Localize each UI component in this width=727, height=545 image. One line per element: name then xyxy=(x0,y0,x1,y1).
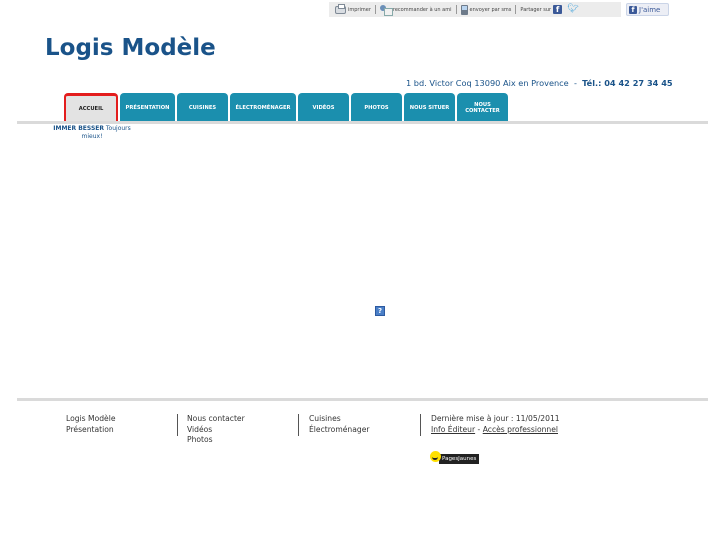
address-text: 1 bd. Victor Coq 13090 Aix en Provence xyxy=(406,78,569,88)
footer-link-electromenager[interactable]: Électroménager xyxy=(309,425,369,436)
facebook-icon: f xyxy=(629,5,637,14)
missing-plugin-icon[interactable]: ? xyxy=(375,306,385,316)
tab-videos[interactable]: Vidéos xyxy=(298,93,349,122)
recommend-link[interactable]: recommander à un ami xyxy=(379,4,452,16)
recommend-icon xyxy=(379,4,393,16)
footer-separator xyxy=(177,414,178,436)
tagline-brand: IMMER BESSER xyxy=(53,125,104,132)
legal-dash: - xyxy=(477,424,481,434)
print-label: imprimer xyxy=(348,6,371,13)
twitter-share-icon[interactable]: 🐦︎ xyxy=(567,5,578,14)
pages-jaunes-logo[interactable]: PagesJaunes xyxy=(430,449,480,464)
footer-link-cuisines[interactable]: Cuisines xyxy=(309,414,369,425)
print-link[interactable]: imprimer xyxy=(335,3,371,14)
recommend-label: recommander à un ami xyxy=(392,6,452,13)
footer-link-presentation[interactable]: Présentation xyxy=(66,425,116,436)
tagline: IMMER BESSER Toujours mieux! xyxy=(50,125,134,141)
address-bar: 1 bd. Victor Coq 13090 Aix en Provence -… xyxy=(406,78,673,88)
footer-link-nous-contacter[interactable]: Nous contacter xyxy=(187,414,245,425)
sms-link[interactable]: envoyer par sms xyxy=(460,4,512,15)
share-toolbar: imprimer recommander à un ami envoyer pa… xyxy=(329,2,621,17)
footer-legal-links: Info Éditeur - Accès professionnel xyxy=(431,425,560,436)
tab-presentation[interactable]: Présentation xyxy=(120,93,175,122)
toolbar-divider xyxy=(374,5,376,14)
toolbar-divider xyxy=(515,5,517,14)
footer-col-2: Nous contacter Vidéos Photos xyxy=(187,414,245,446)
tab-photos[interactable]: Photos xyxy=(351,93,402,122)
facebook-share-icon[interactable]: f xyxy=(553,5,563,14)
footer-separator xyxy=(420,414,421,436)
share-label: Partager sur xyxy=(520,6,552,13)
footer-link-videos[interactable]: Vidéos xyxy=(187,425,245,436)
footer-col-1: Logis Modèle Présentation xyxy=(66,414,116,435)
printer-icon xyxy=(335,3,346,14)
nav-divider xyxy=(17,121,708,124)
tab-cuisines[interactable]: Cuisines xyxy=(177,93,228,122)
facebook-like-button[interactable]: f J'aime xyxy=(626,3,669,16)
main-nav: Accueil Présentation Cuisines Électromén… xyxy=(64,93,508,122)
footer-link-photos[interactable]: Photos xyxy=(187,435,245,446)
phone-icon xyxy=(460,4,468,15)
last-update-text: Dernière mise à jour : 11/05/2011 xyxy=(431,414,560,423)
address-separator: - xyxy=(573,78,577,88)
tab-nous-situer[interactable]: Nous situer xyxy=(404,93,455,122)
tab-electromenager[interactable]: Électroménager xyxy=(230,93,296,122)
pages-jaunes-smiley-icon xyxy=(430,451,441,462)
toolbar-divider xyxy=(455,5,457,14)
tab-nous-contacter[interactable]: Nous contacter xyxy=(457,93,508,122)
phone-number: Tél.: 04 42 27 34 45 xyxy=(582,78,673,88)
footer-col-3: Cuisines Électroménager xyxy=(309,414,369,435)
acces-professionnel-link[interactable]: Accès professionnel xyxy=(483,425,558,434)
info-editeur-link[interactable]: Info Éditeur xyxy=(431,425,475,434)
footer-col-4: Dernière mise à jour : 11/05/2011 Info É… xyxy=(431,414,560,435)
tab-accueil[interactable]: Accueil xyxy=(64,93,118,122)
like-label: J'aime xyxy=(639,5,661,14)
sms-label: envoyer par sms xyxy=(469,6,512,13)
share-group: Partager sur f 🐦︎ xyxy=(520,5,579,14)
pages-jaunes-label: PagesJaunes xyxy=(439,453,480,464)
footer-link-logis-modele[interactable]: Logis Modèle xyxy=(66,414,116,425)
footer-separator xyxy=(298,414,299,436)
site-title[interactable]: Logis Modèle xyxy=(45,35,216,61)
footer-divider xyxy=(17,398,708,401)
